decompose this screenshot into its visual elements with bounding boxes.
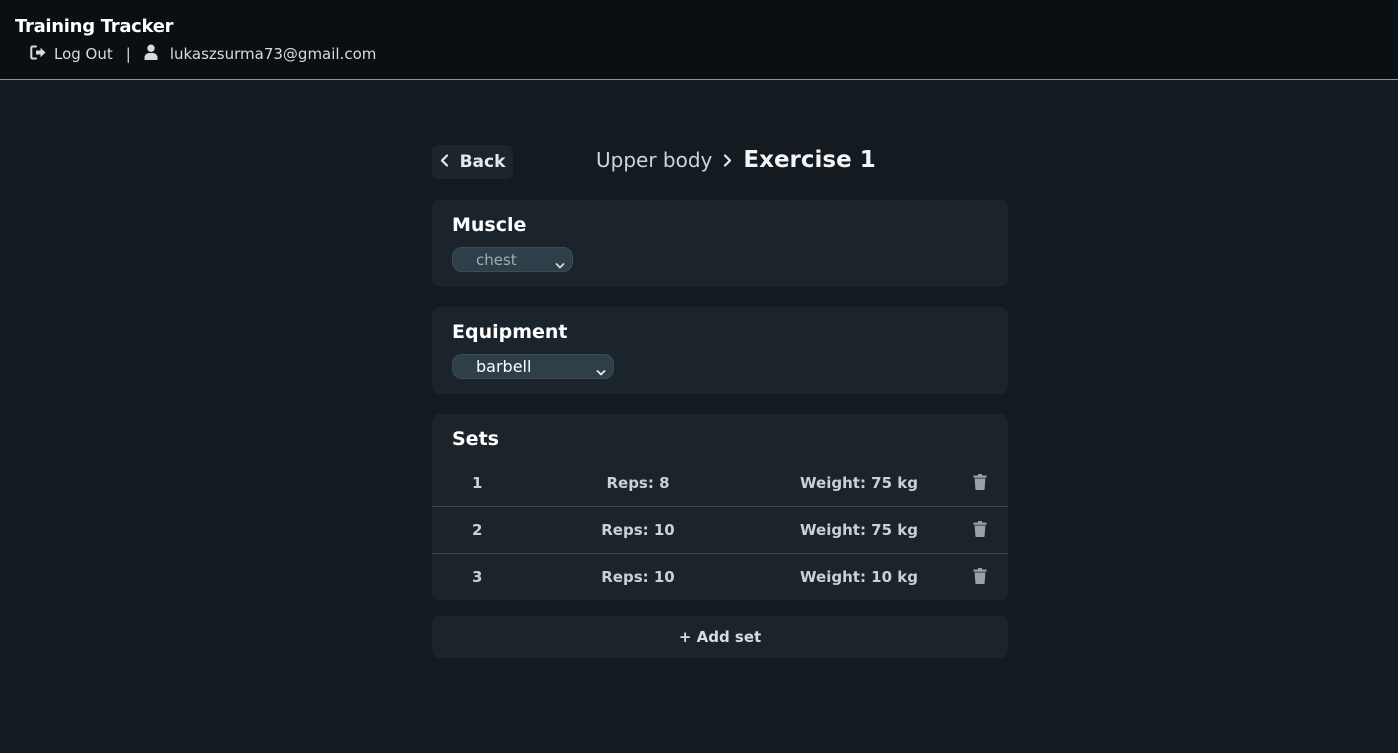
set-number: 3 (472, 568, 483, 586)
set-reps: Reps: 10 (601, 521, 675, 539)
nav-separator: | (125, 45, 131, 63)
equipment-card: Equipment barbell (432, 307, 1008, 394)
top-navbar: Training Tracker Log Out | lukaszsurma73… (0, 0, 1398, 80)
back-label: Back (459, 152, 506, 172)
set-row: 3 Reps: 10 Weight: 10 kg (432, 553, 1008, 600)
back-button[interactable]: Back (432, 145, 513, 179)
muscle-card: Muscle chest (432, 200, 1008, 287)
muscle-select[interactable]: chest (452, 247, 573, 272)
set-weight: Weight: 75 kg (800, 521, 918, 539)
logout-icon (30, 45, 54, 64)
equipment-selected-value: barbell (476, 357, 532, 376)
user-icon (144, 44, 170, 64)
add-set-button[interactable]: + Add set (432, 616, 1008, 658)
breadcrumb: Upper body Exercise 1 (596, 143, 876, 177)
breadcrumb-current: Exercise 1 (743, 147, 876, 173)
set-weight: Weight: 10 kg (800, 568, 918, 586)
user-email: lukaszsurma73@gmail.com (169, 45, 377, 63)
set-number: 1 (472, 474, 483, 492)
equipment-title: Equipment (452, 321, 568, 343)
user-info: lukaszsurma73@gmail.com (144, 44, 377, 64)
set-reps: Reps: 10 (601, 568, 675, 586)
trash-icon[interactable] (973, 521, 987, 541)
sets-card: Sets 1 Reps: 8 Weight: 75 kg 2 Reps: 10 … (432, 414, 1008, 600)
set-row: 2 Reps: 10 Weight: 75 kg (432, 506, 1008, 553)
equipment-select[interactable]: barbell (452, 354, 614, 379)
set-reps: Reps: 8 (606, 474, 670, 492)
muscle-title: Muscle (452, 214, 527, 236)
muscle-selected-value: chest (476, 250, 517, 269)
breadcrumb-parent[interactable]: Upper body (596, 148, 712, 172)
chevron-down-icon (555, 255, 565, 274)
chevron-left-icon (440, 152, 460, 172)
logout-label: Log Out (54, 45, 113, 63)
chevron-right-icon (723, 153, 732, 167)
chevron-down-icon (596, 362, 606, 381)
trash-icon[interactable] (973, 568, 987, 588)
logout-link[interactable]: Log Out (30, 45, 113, 64)
nav-links: Log Out | lukaszsurma73@gmail.com (30, 44, 376, 64)
set-row: 1 Reps: 8 Weight: 75 kg (432, 460, 1008, 507)
set-weight: Weight: 75 kg (800, 474, 918, 492)
set-number: 2 (472, 521, 483, 539)
trash-icon[interactable] (973, 474, 987, 494)
app-title[interactable]: Training Tracker (15, 16, 174, 37)
sets-title: Sets (452, 428, 499, 450)
